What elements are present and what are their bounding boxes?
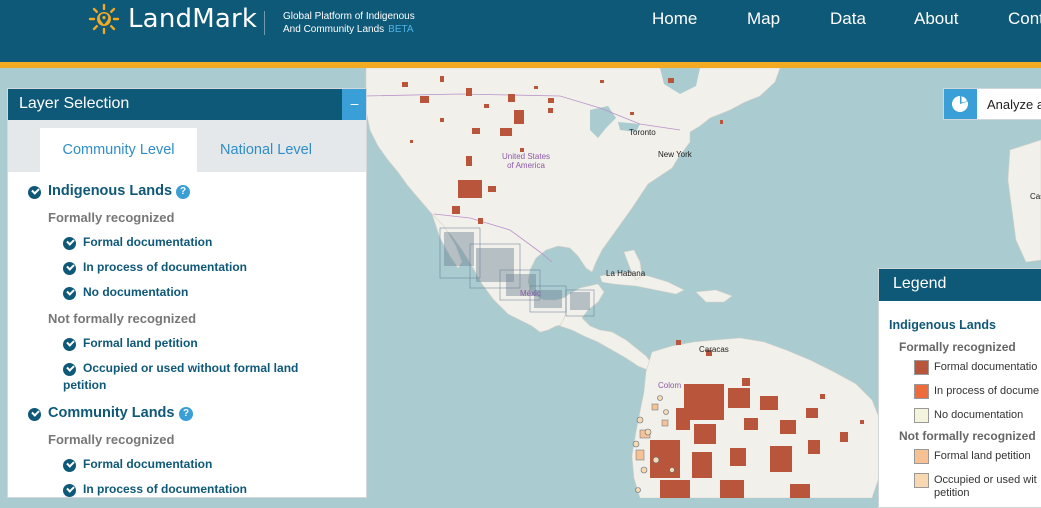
legend-swatch-formal-petition [914,449,929,464]
check-icon[interactable] [63,237,76,250]
brand-tagline: Global Platform of Indigenous And Commun… [283,10,415,36]
land-africa-edge [1007,139,1041,263]
check-icon[interactable] [63,484,76,497]
nav-contact[interactable]: Cont [1008,9,1041,29]
subheader-not-formally-recognized: Not formally recognized [48,311,197,326]
beta-badge: BETA [388,24,414,35]
legend-header: Legend [879,269,1041,301]
legend-label-formal-documentation: Formal documentatio [934,361,1038,373]
tagline-line-2: And Community Lands BETA [283,23,415,36]
layer-formal-documentation[interactable]: Formal documentation [83,234,212,251]
analyze-label: Analyze a [987,97,1041,112]
layer-tabs: Community Level National Level [8,120,366,172]
tagline-line-1: Global Platform of Indigenous [283,11,415,22]
layer-in-process-documentation[interactable]: In process of documentation [83,259,247,276]
analyze-icon-box [944,89,977,119]
tab-community-level[interactable]: Community Level [40,128,197,172]
layer-panel-title: Layer Selection [19,95,130,112]
label-la-habana: La Habana [606,269,646,278]
check-icon[interactable] [28,186,41,199]
help-icon[interactable]: ? [176,185,190,199]
legend-label-occupied: Occupied or used wit petition [934,474,1037,499]
subheader-formally-recognized: Formally recognized [48,210,175,225]
label-usa-line-2: of America [507,161,545,170]
land-hispaniola [695,289,733,303]
brand-name[interactable]: LandMark [128,4,257,34]
legend-swatch-no-documentation [914,408,929,423]
label-mexico: Méxic [520,289,541,298]
subheader-formally-recognized: Formally recognized [48,432,175,447]
label-cas: Cas [1030,192,1041,201]
legend-swatch-occupied [914,473,929,488]
layer-selection-panel: Layer Selection – Community Level Nation… [7,88,367,498]
analyze-area-button[interactable]: Analyze a [943,88,1041,120]
layer-indigenous-lands[interactable]: Indigenous Lands [48,183,172,199]
layer-occupied-without-petition[interactable]: Occupied or used without formal land pet… [63,360,323,394]
tab-national-level[interactable]: National Level [206,128,326,172]
check-icon[interactable] [63,262,76,275]
layer-list: Indigenous Lands ? Formally recognized F… [18,172,356,497]
check-icon[interactable] [28,408,41,421]
nav-map[interactable]: Map [747,9,780,29]
top-header: LandMark Global Platform of Indigenous A… [0,0,1041,62]
layer-community-in-process[interactable]: In process of documentation [83,481,247,497]
legend-label-in-process: In process of docume [934,385,1040,397]
nav-home[interactable]: Home [652,9,697,29]
layer-community-lands[interactable]: Community Lands [48,405,174,421]
layer-panel-header: Layer Selection [8,89,342,120]
legend-swatch-formal-documentation [914,360,929,375]
label-usa-line-1: United States [502,152,551,161]
pie-chart-icon [952,96,968,112]
label-new-york: New York [658,150,692,159]
legend-title: Legend [893,275,947,292]
help-icon[interactable]: ? [179,407,193,421]
collapse-panel-button[interactable]: – [342,89,366,120]
check-icon[interactable] [63,338,76,351]
nav-data[interactable]: Data [830,9,866,29]
legend-informal-header: Not formally recognized [899,429,1036,443]
layer-no-documentation[interactable]: No documentation [83,284,188,301]
legend-label-no-documentation: No documentation [934,409,1024,421]
sun-logo-icon [88,3,120,35]
label-caracas: Caracas [699,345,729,354]
logo-divider [264,11,265,35]
legend-panel: Legend Indigenous Lands Formally recogni… [878,268,1041,508]
label-colombia: Colom [658,381,682,390]
legend-formal-header: Formally recognized [899,340,1016,354]
check-icon[interactable] [63,287,76,300]
check-icon[interactable] [63,459,76,472]
nav-about[interactable]: About [914,9,958,29]
legend-swatch-in-process [914,384,929,399]
label-usa: United States of America [502,152,550,170]
legend-label-formal-petition: Formal land petition [934,450,1031,462]
legend-category: Indigenous Lands [889,318,996,332]
layer-community-formal-documentation[interactable]: Formal documentation [83,456,212,473]
label-toronto: Toronto [629,128,656,137]
layer-formal-land-petition[interactable]: Formal land petition [83,335,198,352]
tagline-text: And Community Lands [283,24,385,35]
